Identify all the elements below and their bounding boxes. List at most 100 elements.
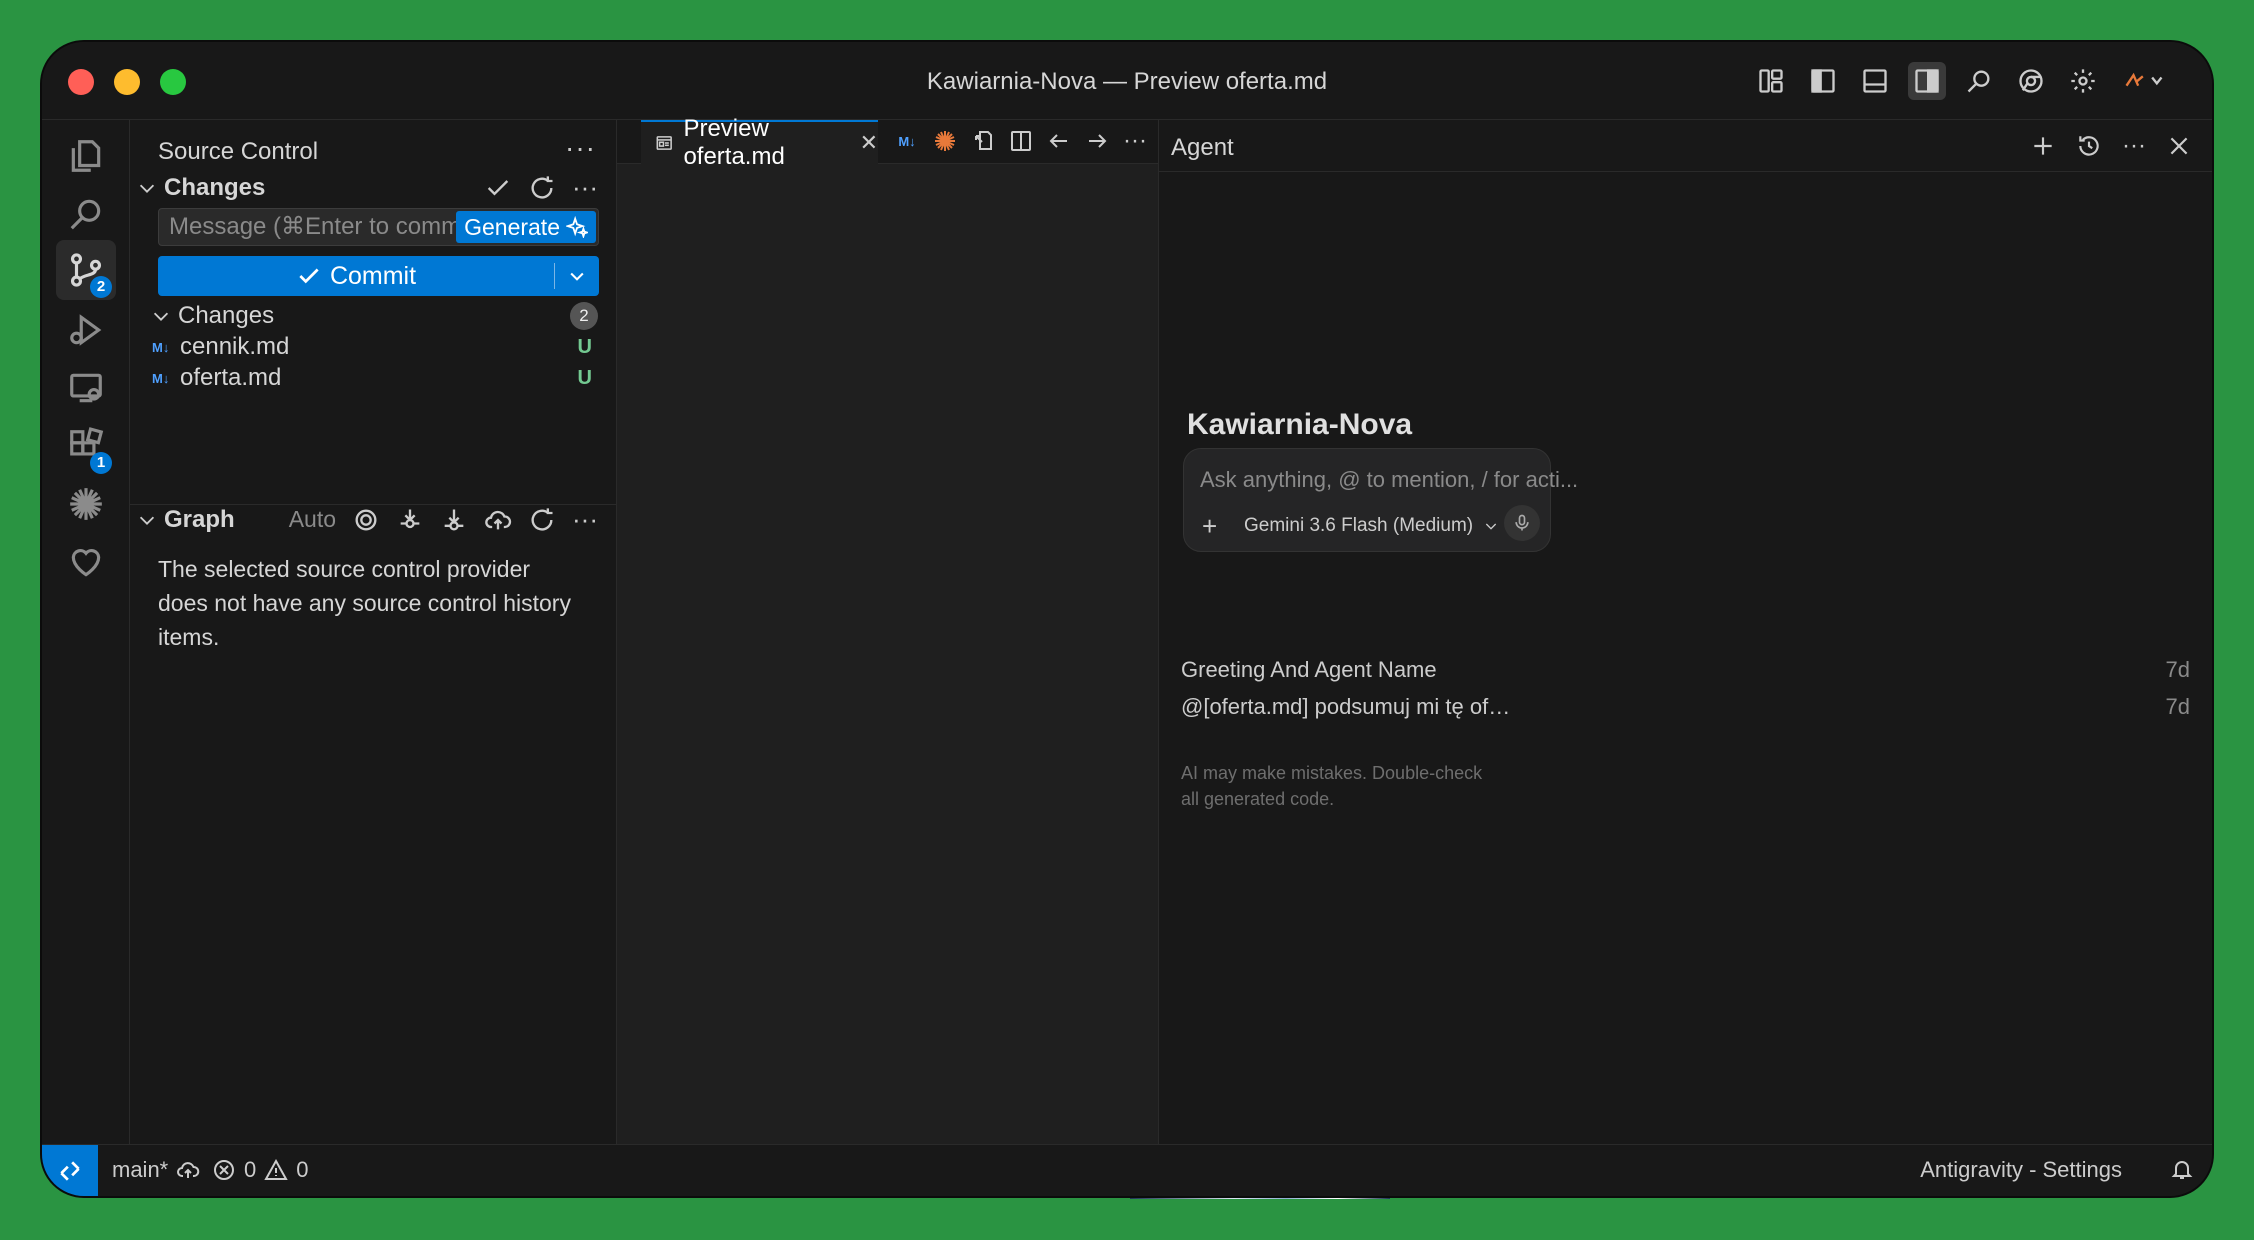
- target-icon[interactable]: [352, 506, 380, 534]
- search-view-icon[interactable]: [56, 184, 116, 244]
- conversation-title: Greeting And Agent Name: [1181, 657, 1437, 682]
- refresh-icon[interactable]: [528, 174, 556, 202]
- file-name: cennik.md: [180, 333, 290, 360]
- close-panel-icon[interactable]: [2166, 133, 2192, 159]
- agent-input-placeholder: Ask anything, @ to mention, / for acti..…: [1200, 467, 1579, 492]
- settings-gear-icon[interactable]: [2064, 62, 2102, 100]
- notifications-bell-icon[interactable]: [2170, 1157, 2194, 1181]
- model-name: Gemini 3.6 Flash (Medium): [1244, 515, 1474, 536]
- pull-icon[interactable]: [440, 506, 468, 534]
- warning-count: 0: [296, 1157, 309, 1182]
- extensions-icon[interactable]: 1: [56, 416, 116, 476]
- graph-section-actions: Auto ···: [289, 504, 598, 535]
- agent-input-box[interactable]: Ask anything, @ to mention, / for acti..…: [1183, 448, 1578, 552]
- changes-count-badge: 2: [570, 302, 598, 330]
- graph-more-actions-icon[interactable]: ···: [572, 504, 598, 535]
- warning-icon: [264, 1158, 288, 1180]
- tab-preview-oferta[interactable]: Preview oferta.md ✕: [641, 115, 878, 170]
- problems-status[interactable]: 0 0: [212, 1157, 309, 1183]
- preview-icon: [656, 136, 672, 150]
- extensions-badge: 1: [90, 452, 112, 474]
- settings-status[interactable]: Antigravity - Settings: [1920, 1157, 2122, 1183]
- commit-dropdown-button[interactable]: [555, 266, 599, 286]
- app-window: Kawiarnia-Nova — Preview oferta.md 2 1 S…: [40, 40, 2214, 1198]
- arrow-right-icon[interactable]: [1083, 126, 1111, 156]
- commit-message-box: Generate: [158, 208, 599, 246]
- chevron-down-icon: [139, 184, 155, 193]
- generate-commit-message-button[interactable]: Generate: [456, 211, 596, 243]
- toggle-primary-sidebar-icon[interactable]: [1804, 62, 1842, 100]
- sparkle-icon: [566, 216, 588, 238]
- editor-more-actions-icon[interactable]: ···: [1121, 126, 1149, 156]
- graph-section-header[interactable]: Graph Auto ···: [136, 500, 616, 540]
- changed-file-row[interactable]: M↓ oferta.md U: [152, 363, 598, 393]
- conversation-title: @[oferta.md] podsumuj mi tę ofertę w...: [1181, 694, 1521, 719]
- changed-file-row[interactable]: M↓ cennik.md U: [152, 332, 598, 362]
- editor-actions: M↓ ···: [893, 126, 1149, 156]
- branch-status[interactable]: main*: [112, 1157, 200, 1183]
- agent-header: Agent ···: [1159, 120, 2212, 172]
- split-editor-icon[interactable]: [1007, 126, 1035, 156]
- conversation-time: 7d: [2165, 694, 2190, 719]
- chevron-down-icon: [570, 272, 584, 281]
- activity-bar: 2 1: [42, 120, 130, 1144]
- file-name: oferta.md: [180, 364, 282, 391]
- editor-tab-bar: Preview oferta.md ✕ M↓ ···: [617, 115, 1158, 170]
- browser-icon[interactable]: [2012, 62, 2050, 100]
- markdown-file-icon: M↓: [152, 339, 170, 355]
- agent-more-actions-icon[interactable]: ···: [2122, 132, 2146, 160]
- remote-indicator[interactable]: [42, 1145, 98, 1196]
- search-icon[interactable]: [1960, 62, 1998, 100]
- run-and-debug-icon[interactable]: [56, 300, 116, 360]
- new-chat-plus-icon[interactable]: [2030, 133, 2056, 159]
- editor-area: Preview oferta.md ✕ M↓ ···: [617, 115, 1158, 1144]
- conversation-item[interactable]: Greeting And Agent Name 7d: [1181, 653, 2190, 687]
- favorites-heart-icon[interactable]: [56, 532, 116, 592]
- toggle-secondary-sidebar-icon[interactable]: [1908, 62, 1946, 100]
- title-bar-actions: [1752, 62, 2172, 100]
- commit-check-icon[interactable]: [484, 174, 512, 202]
- commit-button-group: Commit: [158, 256, 599, 296]
- graph-auto-button[interactable]: Auto: [289, 506, 336, 533]
- customize-layout-icon[interactable]: [1752, 62, 1790, 100]
- graph-empty-message: The selected source control provider doe…: [158, 556, 571, 650]
- chevron-down-icon: [1485, 523, 1497, 530]
- commit-button[interactable]: Commit: [158, 256, 554, 296]
- close-tab-icon[interactable]: ✕: [860, 130, 878, 156]
- conversation-item[interactable]: @[oferta.md] podsumuj mi tę ofertę w... …: [1181, 690, 2190, 724]
- markdown-badge-icon[interactable]: M↓: [893, 126, 921, 156]
- workspace-name: Kawiarnia-Nova: [1187, 408, 1413, 441]
- commit-message-input[interactable]: [159, 209, 479, 245]
- model-selector[interactable]: Gemini 3.6 Flash (Medium): [1244, 515, 1499, 537]
- sidebar-title: Source Control: [158, 138, 319, 165]
- source-control-icon[interactable]: 2: [56, 240, 116, 300]
- title-bar: Kawiarnia-Nova — Preview oferta.md: [42, 42, 2212, 120]
- check-icon: [299, 268, 319, 284]
- changes-group-header[interactable]: Changes 2: [150, 296, 616, 336]
- changes-more-actions-icon[interactable]: ···: [572, 172, 598, 203]
- microphone-button[interactable]: [1504, 505, 1540, 541]
- agent-spark-icon[interactable]: [931, 126, 959, 156]
- toggle-panel-icon[interactable]: [1856, 62, 1894, 100]
- commit-label: Commit: [329, 261, 417, 290]
- account-icon[interactable]: [2116, 62, 2172, 100]
- push-cloud-icon[interactable]: [484, 506, 512, 534]
- add-context-plus-icon[interactable]: +: [1202, 511, 1217, 542]
- history-icon[interactable]: [2076, 133, 2102, 159]
- open-source-icon[interactable]: [969, 126, 997, 156]
- refresh-icon[interactable]: [528, 506, 556, 534]
- microphone-icon: [1515, 514, 1529, 531]
- chevron-down-icon: [153, 312, 169, 321]
- arrow-left-icon[interactable]: [1045, 126, 1073, 156]
- changes-section-actions: ···: [484, 172, 598, 203]
- sidebar-more-actions-icon[interactable]: ···: [565, 132, 596, 164]
- markdown-file-icon: M↓: [152, 370, 170, 386]
- status-bar: main* 0 0 Antigravity - Settings: [42, 1144, 2212, 1196]
- source-control-sidebar: Source Control ··· Changes ··· Generate …: [130, 120, 617, 1144]
- explorer-icon[interactable]: [56, 126, 116, 186]
- remote-icon: [60, 1161, 80, 1181]
- remote-explorer-icon[interactable]: [56, 358, 116, 418]
- fetch-icon[interactable]: [396, 506, 424, 534]
- agent-manager-icon[interactable]: [56, 474, 116, 534]
- changes-section-header[interactable]: Changes ···: [136, 168, 616, 208]
